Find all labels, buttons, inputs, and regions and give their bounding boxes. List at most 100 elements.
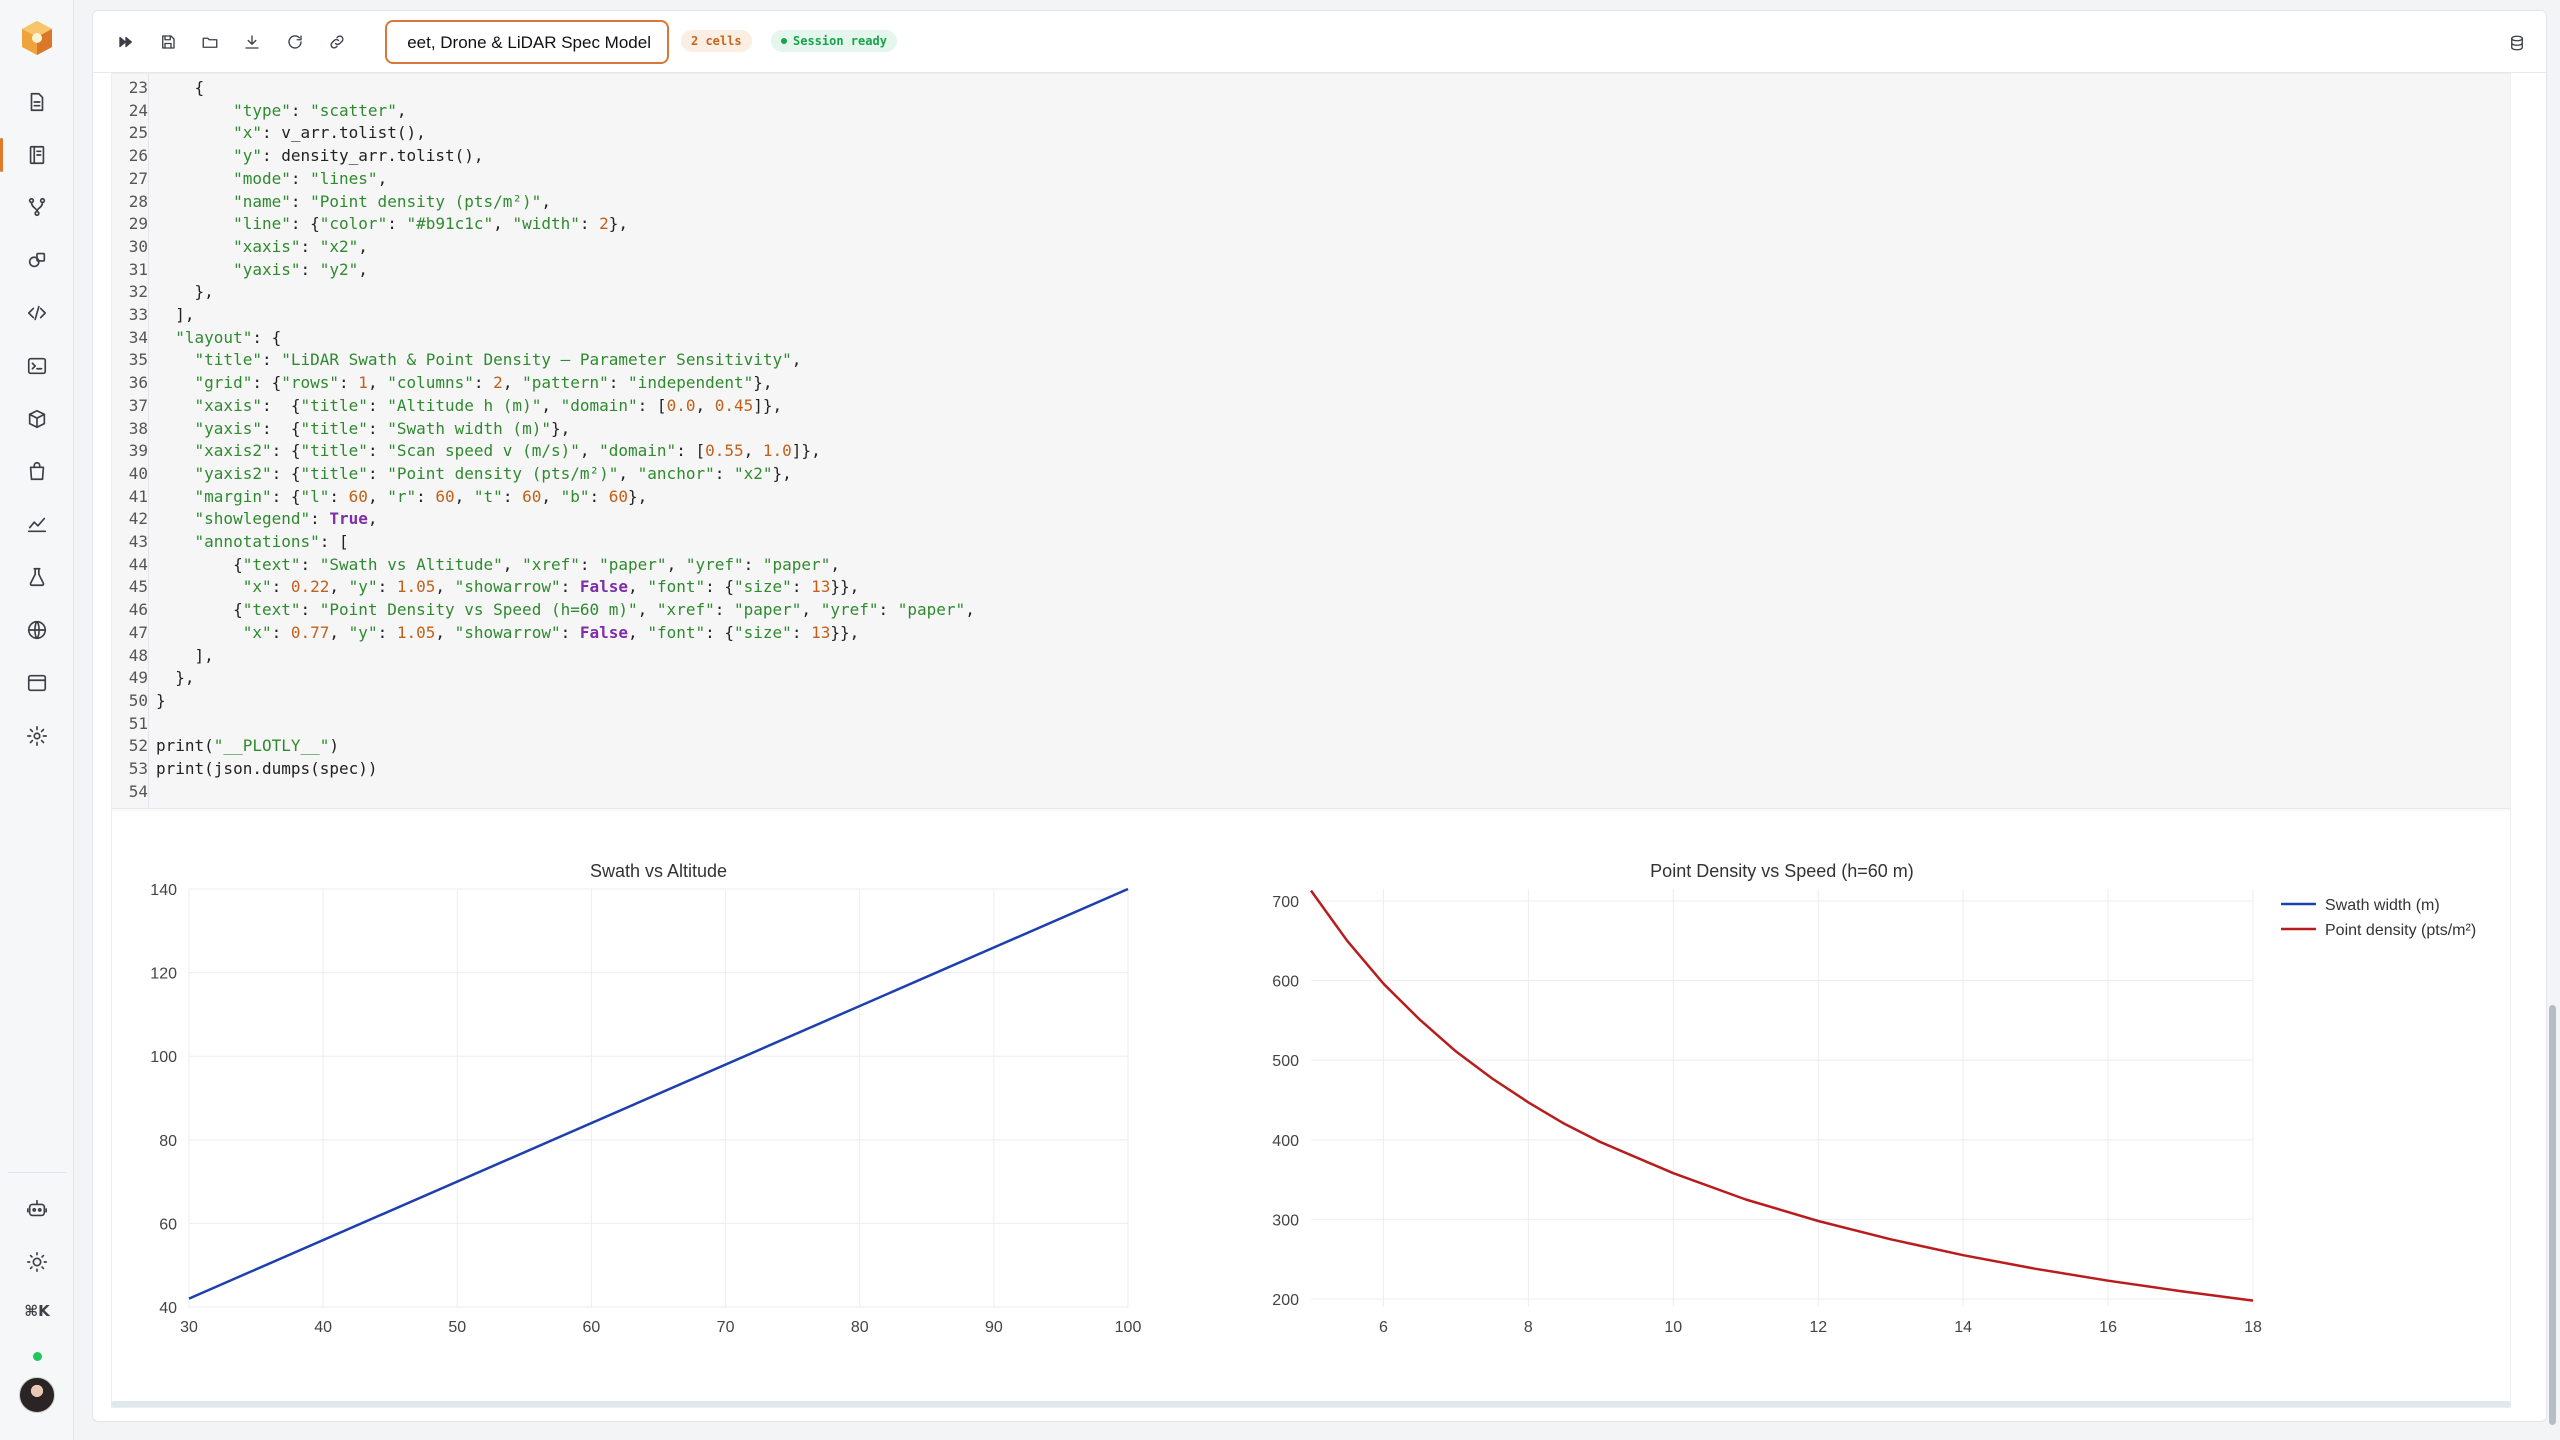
- y-tick-label: 700: [1272, 894, 1299, 911]
- y-tick-label: 500: [1272, 1053, 1299, 1070]
- line-number: 23: [128, 78, 148, 97]
- y-tick-label: 400: [1272, 1133, 1299, 1150]
- line-number: 33: [128, 305, 148, 324]
- code-editor[interactable]: 23 {24 "type": "scatter", 25 "x": v_arr.t…: [112, 74, 2510, 809]
- line-number: 25: [128, 123, 148, 143]
- database-button[interactable]: [2502, 28, 2532, 58]
- code-line: },: [156, 668, 195, 688]
- link-button[interactable]: [322, 27, 352, 57]
- notebook-title-input[interactable]: eet, Drone & LiDAR Spec Model: [385, 20, 669, 64]
- x-tick-label: 18: [2244, 1319, 2262, 1336]
- download-button[interactable]: [237, 27, 267, 57]
- globe-icon[interactable]: [23, 616, 51, 644]
- bot-icon[interactable]: [23, 1195, 51, 1223]
- y-tick-label: 200: [1272, 1292, 1299, 1309]
- open-button[interactable]: [195, 27, 225, 57]
- horizontal-scrollbar[interactable]: [111, 1401, 2511, 1407]
- x-tick-label: 16: [2099, 1319, 2117, 1336]
- notebook-title-text: eet, Drone & LiDAR Spec Model: [407, 33, 651, 52]
- legend-label: Point density (pts/m²): [2325, 922, 2476, 939]
- notebook-icon[interactable]: [23, 141, 51, 169]
- subplot-title: Swath vs Altitude: [590, 861, 727, 881]
- bag-icon[interactable]: [23, 457, 51, 485]
- flask-icon[interactable]: [23, 563, 51, 591]
- app-logo-icon[interactable]: [17, 18, 57, 58]
- gear-icon[interactable]: [23, 722, 51, 750]
- code-line: "xaxis2": {"title": "Scan speed v (m/s)"…: [194, 441, 821, 461]
- subplot-density-vs-speed: 6 8 10 12 14 16 18 200 300 400 500 600 700 Point Dens…: [1272, 861, 2262, 1336]
- x-tick-label: 100: [1115, 1319, 1142, 1336]
- avatar[interactable]: [19, 1377, 55, 1413]
- line-number: 36: [128, 373, 148, 393]
- sun-icon[interactable]: [23, 1248, 51, 1276]
- window-icon[interactable]: [23, 669, 51, 697]
- main-panel: eet, Drone & LiDAR Spec Model 2 cells Se…: [92, 10, 2547, 1422]
- line-number: 40: [128, 463, 148, 483]
- code-line: {"text": "Swath vs Altitude", "xref": "p…: [156, 554, 840, 574]
- legend-label: Swath width (m): [2325, 897, 2440, 914]
- branch-icon[interactable]: [23, 193, 51, 221]
- code-line: "xaxis": "x2",: [233, 236, 368, 256]
- subplot-swath-vs-altitude: 30 40 50 60 70 80 90 100406080100120140Swath vs…: [150, 861, 1141, 1336]
- line-number: 53: [128, 759, 148, 778]
- code-line: "layout": {: [175, 327, 282, 347]
- command-shortcut[interactable]: ⌘K: [22, 1302, 52, 1320]
- shapes-icon[interactable]: [23, 246, 51, 274]
- line-number: 51: [128, 713, 148, 733]
- x-tick-label: 60: [583, 1319, 601, 1336]
- line-number: 54: [128, 781, 148, 801]
- code-line: ],: [156, 305, 195, 324]
- file-icon[interactable]: [23, 88, 51, 116]
- code-line: ],: [156, 645, 214, 665]
- code-line: "grid": {"rows": 1, "columns": 2, "patte…: [194, 373, 773, 393]
- code-line: "yaxis": "y2",: [233, 259, 368, 279]
- save-button[interactable]: [153, 27, 183, 57]
- vertical-scrollbar[interactable]: [2549, 1005, 2556, 1425]
- x-tick-label: 50: [448, 1319, 466, 1336]
- line-number: 50: [128, 690, 148, 710]
- code-line: "type": "scatter",: [233, 100, 407, 120]
- cube-icon[interactable]: [23, 405, 51, 433]
- legend[interactable]: Swath width (m) Point density (pts/m²): [2281, 897, 2476, 939]
- code-line: "x": 0.22, "y": 1.05, "showarrow": False…: [242, 577, 860, 597]
- line-number: 42: [128, 509, 148, 529]
- line-number: 47: [128, 622, 148, 642]
- x-tick-label: 8: [1524, 1319, 1533, 1336]
- cells-count-badge: 2 cells: [681, 30, 752, 52]
- subplot-title: Point Density vs Speed (h=60 m): [1650, 861, 1914, 881]
- code-line: "x": v_arr.tolist(),: [233, 123, 426, 143]
- download-icon: [245, 35, 259, 49]
- line-number: 41: [128, 486, 148, 506]
- line-number: 27: [128, 168, 148, 188]
- toolbar: eet, Drone & LiDAR Spec Model 2 cells Se…: [93, 11, 2546, 73]
- code-line: "yaxis": {"title": "Swath width (m)"},: [194, 418, 571, 438]
- line-number: 35: [128, 350, 148, 370]
- x-tick-label: 12: [1809, 1319, 1827, 1336]
- active-indicator: [0, 138, 3, 172]
- database-icon: [2511, 35, 2523, 51]
- left-rail: ⌘K: [0, 0, 74, 1440]
- series-line: [188, 887, 1129, 1300]
- plotly-figure[interactable]: 30 40 50 60 70 80 90 100406080100120140Swath vs…: [112, 812, 2510, 1407]
- code-line: {: [156, 78, 205, 97]
- y-tick-label: 120: [150, 966, 177, 983]
- code-line: },: [156, 282, 214, 302]
- run-all-button[interactable]: [111, 27, 141, 57]
- line-number: 43: [128, 532, 148, 551]
- refresh-button[interactable]: [280, 27, 310, 57]
- line-number: 39: [128, 441, 148, 461]
- code-line: "showlegend": True,: [194, 509, 378, 529]
- code-line: "name": "Point density (pts/m²)",: [233, 191, 551, 211]
- y-tick-label: 40: [159, 1300, 177, 1317]
- terminal-icon[interactable]: [23, 352, 51, 380]
- y-tick-label: 300: [1272, 1212, 1299, 1229]
- line-number: 49: [128, 668, 148, 688]
- code-icon[interactable]: [23, 299, 51, 327]
- line-number: 52: [128, 736, 148, 756]
- plot-output: 30 40 50 60 70 80 90 100 40 60 80 100 120 140 Swath vs…: [112, 812, 2510, 1407]
- line-number: 34: [128, 327, 148, 347]
- chart-icon[interactable]: [23, 510, 51, 538]
- code-line: "x": 0.77, "y": 1.05, "showarrow": False…: [242, 622, 860, 642]
- x-tick-label: 40: [314, 1319, 332, 1336]
- y-tick-label: 140: [150, 882, 177, 899]
